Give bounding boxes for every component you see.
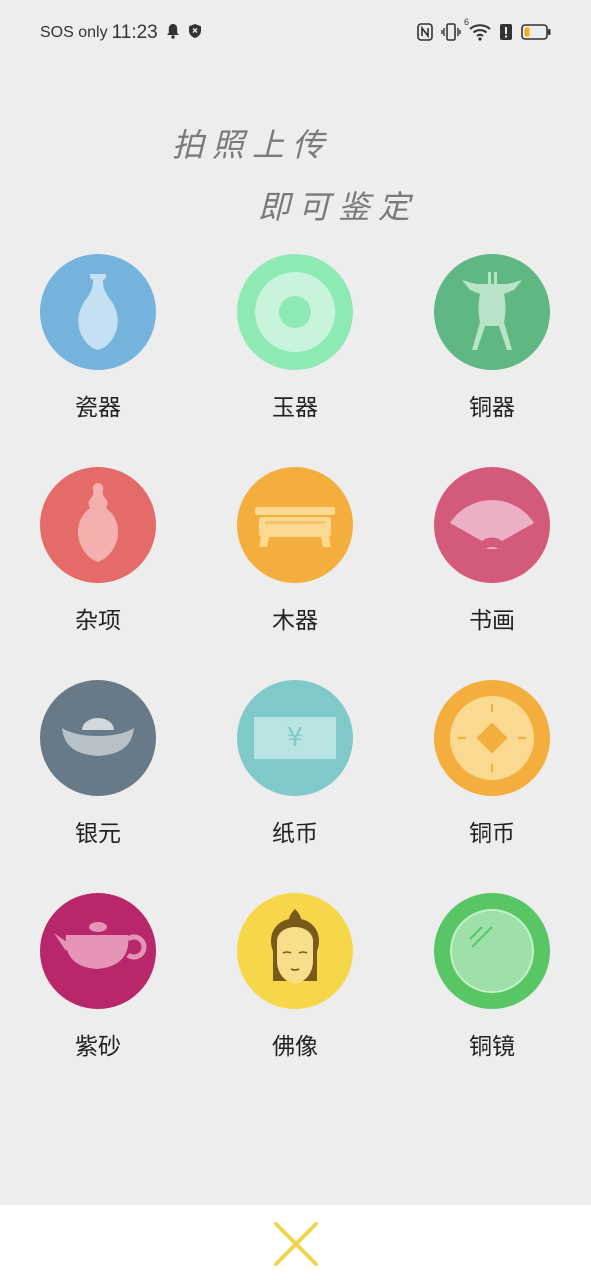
jade-disc-icon bbox=[237, 254, 353, 370]
wood-table-icon bbox=[237, 467, 353, 583]
folding-fan-icon bbox=[434, 467, 550, 583]
bronze-vessel-icon bbox=[434, 254, 550, 370]
category-buddha-statue[interactable]: 佛像 bbox=[225, 893, 365, 1061]
yen-symbol: ¥ bbox=[254, 717, 336, 759]
category-label: 铜镜 bbox=[469, 1034, 515, 1060]
category-paper-money[interactable]: ¥ 纸币 bbox=[225, 680, 365, 848]
battery-icon bbox=[521, 24, 551, 44]
banknote-icon: ¥ bbox=[237, 680, 353, 796]
alert-icon bbox=[499, 23, 513, 45]
status-bar: SOS only 11:23 6 bbox=[0, 0, 591, 66]
gourd-bottle-icon bbox=[40, 467, 156, 583]
teapot-icon bbox=[40, 893, 156, 1009]
copper-coin-icon bbox=[434, 680, 550, 796]
category-calligraphy-painting[interactable]: 书画 bbox=[422, 467, 562, 635]
category-silver-dollar[interactable]: 银元 bbox=[28, 680, 168, 848]
category-label: 瓷器 bbox=[75, 395, 121, 421]
vibrate-icon bbox=[441, 23, 461, 45]
buddha-icon bbox=[237, 893, 353, 1009]
wifi-badge: 6 bbox=[464, 17, 470, 27]
category-label: 银元 bbox=[75, 821, 121, 847]
category-purple-clay[interactable]: 紫砂 bbox=[28, 893, 168, 1061]
category-label: 木器 bbox=[272, 608, 318, 634]
category-label: 佛像 bbox=[272, 1034, 318, 1060]
close-icon bbox=[274, 1222, 318, 1266]
category-copper-coin[interactable]: 铜币 bbox=[422, 680, 562, 848]
category-label: 玉器 bbox=[272, 395, 318, 421]
category-ceramics[interactable]: 瓷器 bbox=[28, 254, 168, 422]
carrier-text: SOS only bbox=[40, 24, 108, 41]
category-label: 铜币 bbox=[469, 821, 515, 847]
category-bronze-mirror[interactable]: 铜镜 bbox=[422, 893, 562, 1061]
category-misc[interactable]: 杂项 bbox=[28, 467, 168, 635]
nfc-icon bbox=[417, 23, 433, 45]
category-jade[interactable]: 玉器 bbox=[225, 254, 365, 422]
bottom-bar bbox=[0, 1205, 591, 1280]
category-label: 紫砂 bbox=[75, 1034, 121, 1060]
category-woodwork[interactable]: 木器 bbox=[225, 467, 365, 635]
bell-icon bbox=[166, 23, 180, 43]
slogan-line-2: 即可鉴定 bbox=[258, 188, 419, 226]
clock: 11:23 bbox=[111, 22, 158, 43]
shield-icon bbox=[188, 23, 202, 43]
slogan-line-1: 拍照上传 bbox=[172, 126, 333, 164]
category-bronze[interactable]: 铜器 bbox=[422, 254, 562, 422]
category-label: 书画 bbox=[469, 608, 515, 634]
bronze-mirror-icon bbox=[434, 893, 550, 1009]
silver-ingot-icon bbox=[40, 680, 156, 796]
category-label: 铜器 bbox=[469, 395, 515, 421]
wifi-icon: 6 bbox=[464, 17, 491, 45]
vase-icon bbox=[40, 254, 156, 370]
category-label: 杂项 bbox=[75, 608, 121, 634]
slogan: 拍照上传 即可鉴定 bbox=[0, 110, 591, 240]
category-label: 纸币 bbox=[272, 821, 318, 847]
close-button[interactable] bbox=[270, 1219, 322, 1269]
